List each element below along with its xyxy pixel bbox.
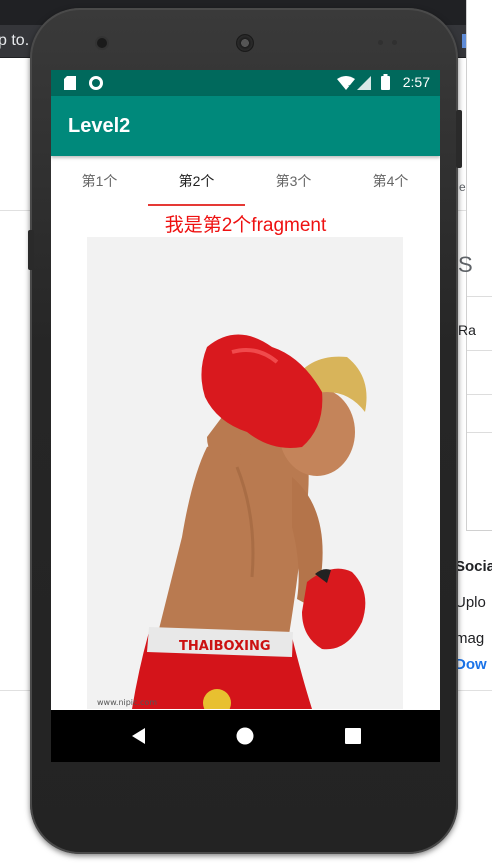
status-bar: x 2:57 xyxy=(51,70,440,96)
side-text: Uplo xyxy=(455,594,486,611)
side-text: Ra xyxy=(458,322,476,338)
volume-button[interactable] xyxy=(28,230,34,270)
tab-bar: 第1个 第2个 第3个 第4个 xyxy=(51,156,440,206)
sensor xyxy=(378,40,383,45)
address-text: p to. xyxy=(0,32,30,49)
tab-2[interactable]: 第2个 xyxy=(148,156,245,206)
battery-icon xyxy=(381,74,390,90)
divider xyxy=(467,296,492,297)
sd-card-icon xyxy=(64,76,76,90)
boxer-illustration: THAIBOXING www.nipic.com xyxy=(87,237,403,709)
app-toolbar: Level2 xyxy=(51,96,440,156)
svg-text:x: x xyxy=(348,83,352,90)
earpiece-speaker xyxy=(236,34,254,52)
tab-indicator xyxy=(148,204,245,206)
divider xyxy=(467,394,492,395)
wifi-icon: x xyxy=(337,76,355,90)
watermark-text: www.nipic.com xyxy=(97,698,157,707)
side-text: mag xyxy=(455,630,485,647)
signal-icon xyxy=(357,76,371,90)
power-button[interactable] xyxy=(456,110,462,168)
tab-4[interactable]: 第4个 xyxy=(342,156,439,206)
divider xyxy=(467,432,492,433)
back-icon[interactable] xyxy=(127,724,151,748)
circle-notification-icon xyxy=(89,76,103,90)
boxer-photo: THAIBOXING www.nipic.com xyxy=(87,237,403,709)
download-link[interactable]: Dow xyxy=(455,656,487,673)
tab-1[interactable]: 第1个 xyxy=(51,156,148,206)
shorts-text: THAIBOXING xyxy=(179,639,271,654)
side-letter: S xyxy=(458,252,473,277)
home-icon[interactable] xyxy=(233,724,257,748)
navigation-bar xyxy=(51,710,440,762)
front-camera xyxy=(97,38,107,48)
phone-screen: x 2:57 Level2 第1个 第2个 第3个 第4个 我是第2个fragm… xyxy=(51,70,440,762)
side-heading: Socia xyxy=(455,558,492,575)
side-text: e xyxy=(459,180,466,194)
recents-icon[interactable] xyxy=(341,724,365,748)
sensor xyxy=(392,40,397,45)
divider xyxy=(467,350,492,351)
status-time: 2:57 xyxy=(402,74,430,90)
fragment-text: 我是第2个fragment xyxy=(164,215,327,236)
app-title: Level2 xyxy=(68,115,131,137)
tab-3[interactable]: 第3个 xyxy=(245,156,342,206)
